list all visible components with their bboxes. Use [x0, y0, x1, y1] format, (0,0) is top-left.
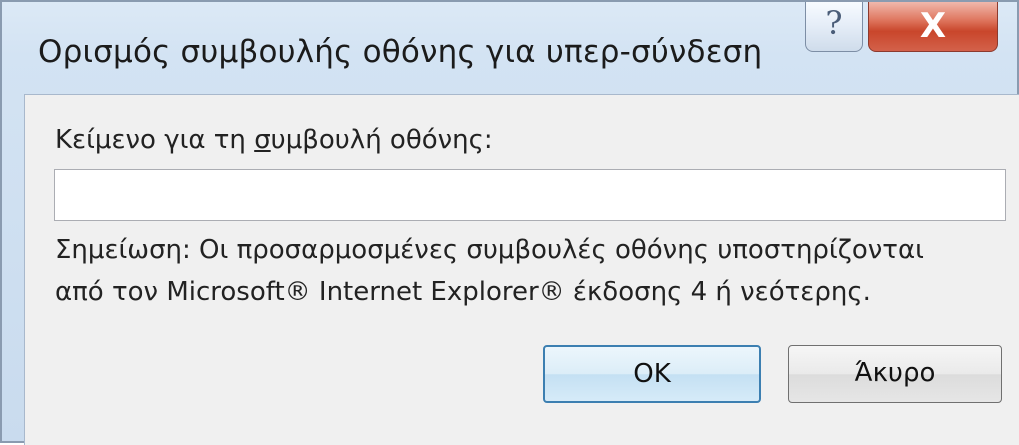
dialog-body: Κείμενο για τη συμβουλή οθόνης: Σημείωση… [24, 94, 1019, 445]
note-line-1: Σημείωση: Οι προσαρμοσμένες συμβουλές οθ… [55, 235, 924, 265]
cancel-button[interactable]: Άκυρο [788, 345, 1002, 403]
help-icon: ? [825, 4, 843, 42]
title-bar[interactable]: Ορισμός συμβουλής οθόνης για υπερ-σύνδεσ… [2, 2, 1017, 94]
label-suffix: υμβουλή οθόνης: [270, 125, 493, 155]
label-accelerator-key: σ [254, 125, 271, 155]
close-button[interactable]: X [868, 2, 998, 52]
screentip-text-input[interactable] [54, 169, 1006, 221]
close-icon: X [919, 6, 947, 46]
ok-button[interactable]: OK [543, 345, 761, 403]
screentip-dialog: Ορισμός συμβουλής οθόνης για υπερ-σύνδεσ… [0, 0, 1019, 445]
help-button[interactable]: ? [805, 2, 863, 52]
label-prefix: Κείμενο για τη [55, 125, 255, 155]
note-line-2: από τον Microsoft® Internet Explorer® έκ… [55, 277, 871, 307]
dialog-title: Ορισμός συμβουλής οθόνης για υπερ-σύνδεσ… [38, 34, 763, 70]
screentip-text-label: Κείμενο για τη συμβουλή οθόνης: [55, 125, 493, 155]
